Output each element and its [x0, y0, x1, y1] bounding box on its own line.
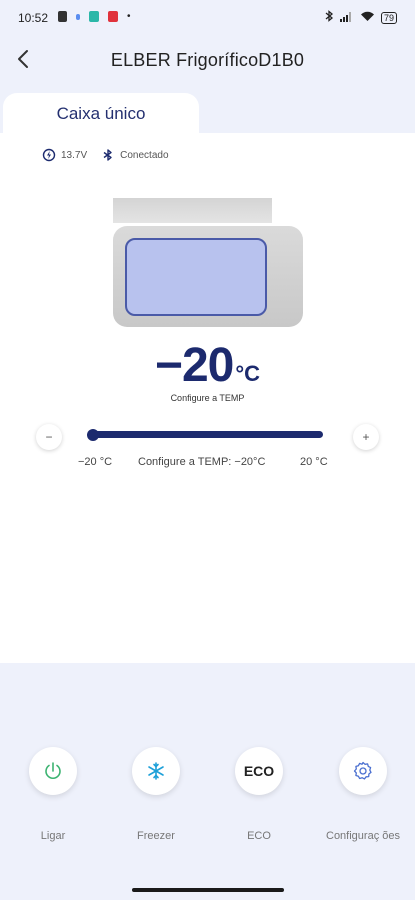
- power-button-circle[interactable]: [29, 747, 77, 795]
- temperature-value: −20: [154, 339, 234, 392]
- power-button[interactable]: [28, 747, 78, 795]
- status-bar: 10:52 • 79: [0, 0, 415, 36]
- decrease-temp-button[interactable]: −: [36, 424, 62, 450]
- temperature-slider-thumb[interactable]: [87, 429, 99, 441]
- slider-max-label: 20 °C: [300, 456, 328, 468]
- temperature-caption: Configure a TEMP: [170, 393, 245, 403]
- page-title: ELBER FrigoríficoD1B0: [110, 50, 305, 70]
- bluetooth-status-icon: [325, 10, 334, 25]
- temperature-display: −20°C: [0, 338, 415, 393]
- battery-level: 79: [383, 12, 394, 23]
- notification-icons: •: [58, 11, 131, 22]
- temperature-unit: °C: [235, 361, 261, 386]
- slider-current-label: Configure a TEMP: −20°C: [138, 456, 266, 468]
- gear-icon: [353, 761, 372, 780]
- slider-min-label: −20 °C: [78, 456, 113, 468]
- voltage-icon: [42, 148, 56, 162]
- bluetooth-icon: [103, 149, 112, 161]
- status-time: 10:52: [18, 11, 49, 25]
- freezer-label: Freezer: [137, 830, 175, 842]
- settings-label: Configuraç ões: [326, 830, 400, 842]
- eco-icon: ECO: [243, 763, 275, 779]
- sim-icon: [58, 11, 67, 22]
- fridge-lid-image: [113, 198, 272, 223]
- settings-button-circle[interactable]: [339, 747, 387, 795]
- power-label: Ligar: [40, 830, 66, 842]
- wifi-icon: [360, 11, 375, 25]
- freezer-button[interactable]: [131, 747, 181, 795]
- app-notification-icon: [89, 11, 99, 22]
- temperature-slider-track[interactable]: [92, 431, 323, 438]
- more-notifications-icon: •: [127, 11, 131, 22]
- freezer-button-circle[interactable]: [132, 747, 180, 795]
- signal-icon: [339, 11, 354, 25]
- app-notification-icon: [76, 13, 80, 20]
- snowflake-icon: [148, 762, 164, 780]
- app-header: ELBER FrigoríficoD1B0: [0, 36, 415, 86]
- eco-button[interactable]: ECO: [234, 747, 284, 795]
- eco-button-circle[interactable]: ECO: [235, 747, 283, 795]
- eco-label: ECO: [247, 830, 271, 842]
- system-icons: 79: [325, 10, 397, 25]
- home-indicator[interactable]: [132, 888, 284, 892]
- battery-icon: 79: [380, 11, 397, 24]
- tab-single-box[interactable]: Caixa único: [3, 93, 199, 135]
- app-notification-icon: [108, 11, 118, 22]
- settings-button[interactable]: [338, 747, 388, 795]
- device-info-row: 13.7V Conectado: [42, 148, 169, 162]
- voltage-value: 13.7V: [61, 149, 88, 161]
- power-icon: [45, 762, 61, 779]
- increase-temp-button[interactable]: +: [353, 424, 379, 450]
- fridge-display-image: [125, 238, 267, 316]
- connection-status: Conectado: [120, 149, 169, 161]
